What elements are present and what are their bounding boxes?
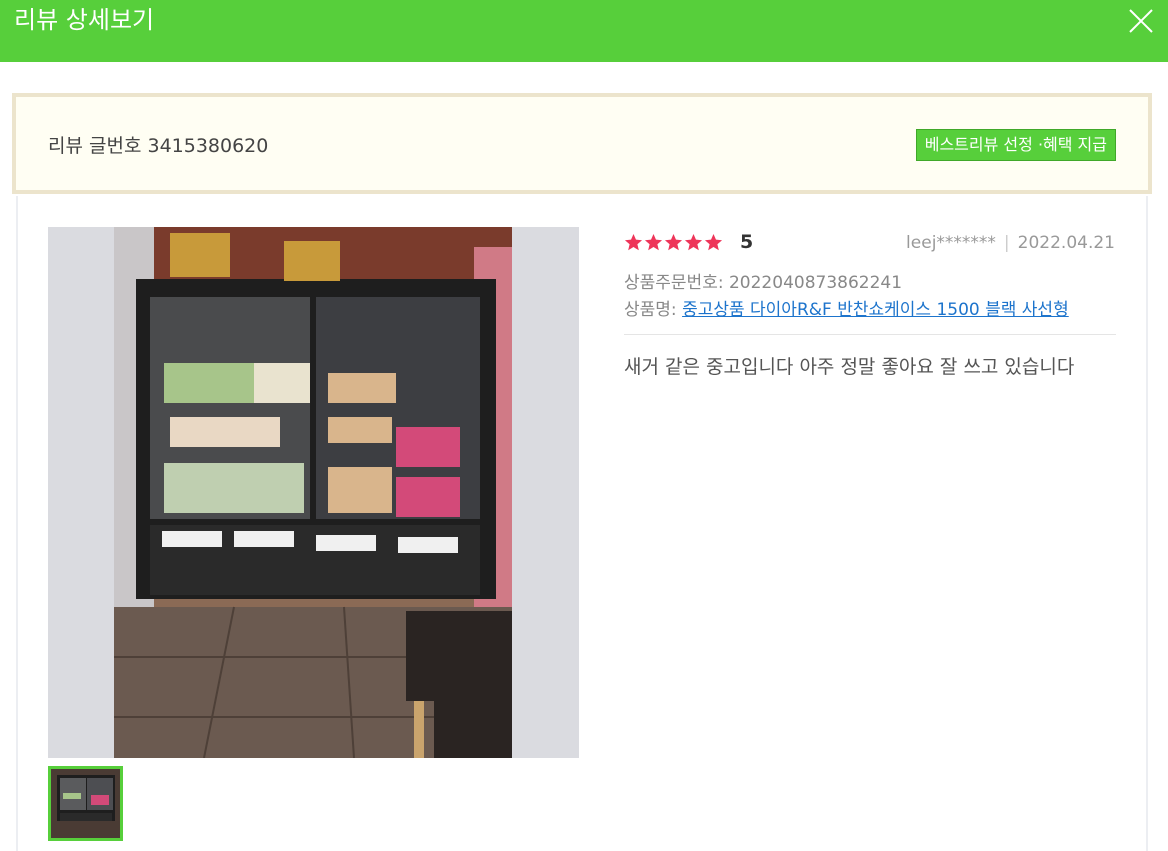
modal-title: 리뷰 상세보기 [14, 6, 155, 34]
rating-score: 5 [740, 231, 754, 253]
thumbnail-image [51, 769, 120, 838]
review-thumbnail[interactable] [48, 766, 123, 841]
star-icon [684, 233, 703, 251]
rating-stars [624, 233, 724, 252]
review-body-text: 새거 같은 중고입니다 아주 정말 좋아요 잘 쓰고 있습니다 [624, 356, 1075, 378]
product-name-label: 상품명: [624, 300, 677, 320]
meta-divider: | [1003, 233, 1010, 253]
order-number-line: 상품주문번호: 2022040873862241 [624, 268, 902, 293]
order-number-label: 상품주문번호: [624, 273, 724, 293]
review-date: 2022.04.21 [1017, 233, 1115, 253]
review-photo [114, 227, 512, 758]
author-id: leej******* [906, 233, 996, 253]
star-icon [624, 233, 643, 251]
modal-header: 리뷰 상세보기 [0, 0, 1168, 62]
best-review-button[interactable]: 베스트리뷰 선정 ·혜택 지급 [915, 129, 1116, 161]
review-number: 리뷰 글번호 3415380620 [48, 135, 269, 157]
review-main-image [48, 227, 579, 758]
close-icon[interactable] [1128, 8, 1154, 34]
star-icon [664, 233, 683, 251]
product-name-link[interactable]: 중고상품 다이아R&F 반찬쇼케이스 1500 블랙 사선형 [682, 300, 1069, 320]
star-icon [704, 233, 723, 251]
order-number: 2022040873862241 [728, 273, 903, 293]
product-name-line: 상품명: 중고상품 다이아R&F 반찬쇼케이스 1500 블랙 사선형 [624, 295, 1116, 320]
review-meta: leej******* | 2022.04.21 [906, 233, 1115, 253]
divider [624, 334, 1116, 335]
star-icon [644, 233, 663, 251]
review-info-bar: 리뷰 글번호 3415380620 베스트리뷰 선정 ·혜택 지급 [12, 93, 1152, 194]
